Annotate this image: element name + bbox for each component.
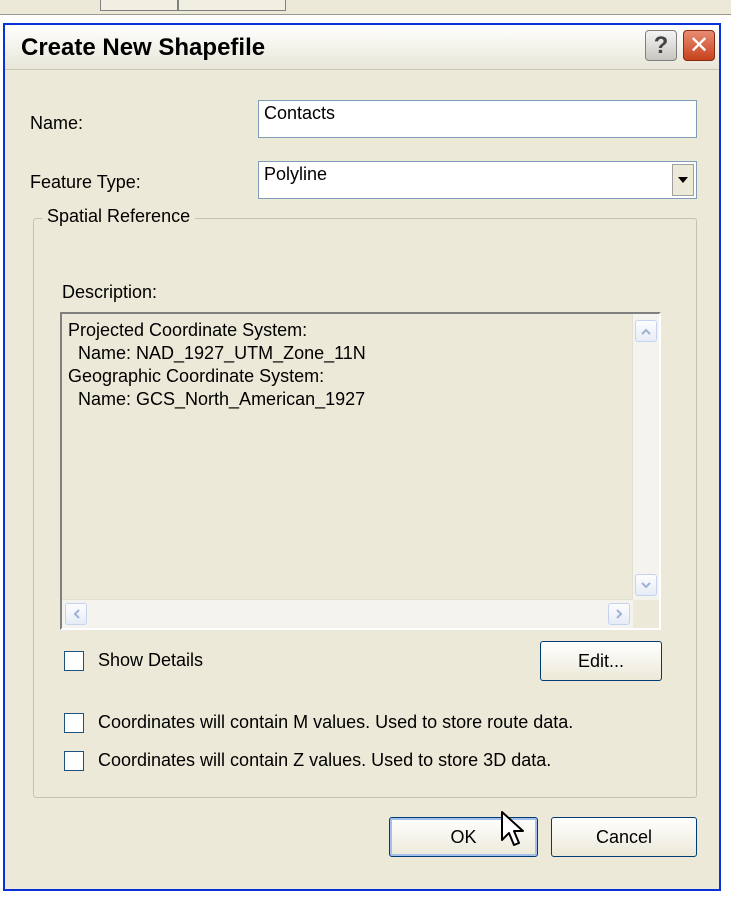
title-bar[interactable]: Create New Shapefile ? ✕ [5, 25, 719, 70]
dropdown-button[interactable] [672, 164, 694, 196]
chevron-down-icon [678, 177, 688, 183]
description-line: Geographic Coordinate System: [68, 366, 325, 386]
feature-type-label: Feature Type: [30, 172, 141, 192]
scroll-up-button[interactable] [635, 320, 657, 342]
chevron-left-icon [73, 609, 80, 619]
mouse-cursor-icon [501, 811, 524, 846]
parent-window-strip [0, 0, 731, 15]
feature-type-select[interactable]: Polyline [258, 161, 697, 199]
chevron-right-icon [615, 609, 622, 619]
scrollbar-corner [633, 600, 659, 628]
show-details-checkbox[interactable] [64, 651, 84, 671]
description-line: Name: NAD_1927_UTM_Zone_11N [68, 343, 366, 363]
scroll-left-button[interactable] [65, 603, 87, 625]
name-input[interactable]: Contacts [258, 100, 697, 138]
cancel-button-label: Cancel [595, 826, 653, 847]
description-textarea[interactable]: Projected Coordinate System: Name: NAD_1… [60, 312, 661, 630]
name-input-value: Contacts [264, 103, 336, 123]
cancel-button[interactable]: Cancel [551, 817, 697, 857]
z-values-label: Coordinates will contain Z values. Used … [98, 750, 552, 770]
edit-button[interactable]: Edit... [540, 641, 662, 681]
description-line: Name: GCS_North_American_1927 [68, 389, 366, 409]
help-icon: ? [653, 31, 669, 59]
edit-button-label: Edit... [577, 650, 625, 671]
horizontal-scrollbar[interactable] [62, 599, 633, 628]
chevron-up-icon [641, 328, 651, 335]
parent-tab-preview[interactable] [100, 0, 178, 11]
parent-tab-metadata[interactable] [178, 0, 286, 11]
spatial-reference-legend: Spatial Reference [42, 206, 196, 227]
name-label: Name: [30, 113, 84, 133]
description-line: Projected Coordinate System: [68, 320, 308, 340]
description-text: Projected Coordinate System: Name: NAD_1… [68, 319, 366, 411]
close-button[interactable]: ✕ [683, 30, 715, 61]
m-values-checkbox[interactable] [64, 713, 84, 733]
help-button[interactable]: ? [645, 30, 677, 61]
close-icon: ✕ [688, 32, 710, 59]
show-details-label: Show Details [98, 650, 204, 670]
vertical-scrollbar[interactable] [632, 314, 659, 600]
ok-button-label: OK [450, 826, 477, 847]
z-values-checkbox[interactable] [64, 751, 84, 771]
feature-type-value: Polyline [264, 164, 328, 184]
chevron-down-icon [641, 581, 651, 588]
scroll-down-button[interactable] [635, 574, 657, 596]
scroll-right-button[interactable] [608, 603, 630, 625]
description-label: Description: [62, 282, 158, 302]
m-values-label: Coordinates will contain M values. Used … [98, 712, 574, 732]
dialog-title: Create New Shapefile [21, 34, 266, 61]
